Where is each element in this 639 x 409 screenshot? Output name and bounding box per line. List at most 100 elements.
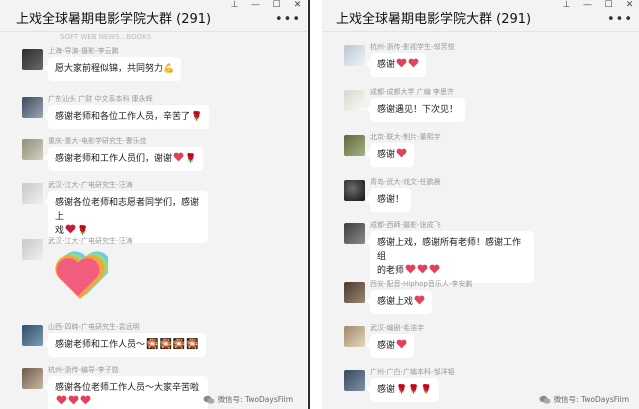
rose-icon: 🌹	[396, 385, 408, 395]
heart-icon	[408, 58, 419, 68]
pin-icon[interactable]: ⊥	[229, 0, 240, 10]
message-bubble[interactable]: 感谢🌹🌹🌹	[366, 378, 439, 402]
sender-name: 上海-导演-摄影-李云鹏	[48, 47, 119, 55]
message-bubble[interactable]: 感谢	[365, 334, 415, 358]
avatar[interactable]	[22, 325, 43, 346]
avatar[interactable]	[22, 368, 43, 389]
message-text: 感谢	[377, 150, 396, 160]
heart-icon	[417, 264, 428, 274]
avatar[interactable]	[22, 239, 43, 260]
avatar[interactable]	[344, 90, 365, 111]
message-text: 感谢	[377, 60, 396, 70]
firework-icon: 🎇	[186, 339, 199, 350]
message-text: 感谢上戏	[377, 297, 414, 307]
chat-window-left: 上戏全球暑期电影学院大群 (291) ⊥ — ☐ ✕ ••• SOFT WEB …	[0, 0, 307, 409]
message-text: 感谢	[377, 385, 396, 395]
sender-name: 武汉-江大-广电研究生-汪涛	[48, 237, 133, 245]
message-bubble[interactable]: 感谢遇见！下次见！	[365, 98, 466, 122]
more-options-icon[interactable]: •••	[607, 12, 633, 27]
heart-icon	[414, 295, 425, 305]
watermark: 微信号: TwoDaysFilm	[539, 394, 629, 405]
more-options-icon[interactable]: •••	[275, 12, 301, 27]
message-bubble[interactable]: 感谢老师和工作人员～🎇🎇🎇🎇	[44, 333, 206, 357]
window-controls: ⊥ — ☐ ✕	[561, 0, 635, 10]
wechat-icon	[539, 395, 551, 404]
message-text: 感谢遇见！下次见！	[377, 105, 459, 115]
message-bubble[interactable]: 感谢上戏，感谢所有老师！感谢工作组 的老师	[366, 231, 534, 283]
sender-name: 北京-联大-制片-董熙宇	[370, 133, 441, 141]
message-list[interactable]: SOFT WEB NEWS...BOOKS 上海-导演-摄影-李云鹏 愿大家前程…	[0, 33, 307, 409]
message-text: 感谢老师和工作人员们，谢谢	[55, 154, 173, 164]
strong-arm-icon: 💪	[163, 64, 175, 74]
heart-icon	[429, 264, 440, 274]
rose-icon: 🌹	[185, 154, 197, 164]
avatar[interactable]	[22, 97, 43, 118]
message-bubble[interactable]: 愿大家前程似锦，共同努力💪	[43, 57, 182, 81]
message-text: 感谢老师和各位工作人员，辛苦了	[55, 112, 191, 122]
avatar[interactable]	[344, 282, 365, 303]
sender-name: 西安-配音-Hiphop音乐人-李安鹏	[370, 280, 473, 288]
message-list[interactable]: 杭州-浙传-影视学生-邬芳悦 感谢 成都-成都大学 广编 李思齐 感谢遇见！下次…	[322, 33, 639, 409]
faded-header-text: SOFT WEB NEWS...BOOKS	[60, 33, 152, 41]
avatar[interactable]	[344, 45, 365, 66]
heart-icon	[405, 264, 416, 274]
watermark-text: 微信号: TwoDaysFilm	[217, 395, 293, 404]
maximize-icon[interactable]: ☐	[271, 0, 282, 10]
chat-title: 上戏全球暑期电影学院大群 (291)	[336, 12, 532, 27]
heart-icon	[396, 148, 407, 158]
minimize-icon[interactable]: —	[582, 0, 593, 10]
maximize-icon[interactable]: ☐	[603, 0, 614, 10]
avatar[interactable]	[344, 180, 365, 201]
heart-icon	[396, 58, 407, 68]
message-text: 愿大家前程似锦，共同努力	[55, 64, 164, 74]
sender-name: 成都-成都大学 广编 李思齐	[370, 88, 454, 96]
window-controls: ⊥ — ☐ ✕	[229, 0, 303, 10]
firework-icon: 🎇	[172, 339, 186, 350]
heart-icon	[173, 152, 184, 162]
close-icon[interactable]: ✕	[624, 0, 635, 10]
message-bubble[interactable]: 感谢各位老师工作人员～大家辛苦啦	[44, 376, 208, 409]
close-icon[interactable]: ✕	[292, 0, 303, 10]
titlebar: 上戏全球暑期电影学院大群 (291) ⊥ — ☐ ✕ •••	[322, 0, 639, 32]
message-text: 戏	[55, 226, 65, 236]
avatar[interactable]	[22, 183, 43, 204]
message-text: 感谢！	[377, 195, 405, 205]
heart-icon	[396, 339, 407, 349]
sender-name: 青岛-武大-戏文-任鹏晨	[370, 178, 441, 186]
heart-sticker-icon[interactable]	[52, 251, 108, 301]
sender-name: 杭州-浙传-编导-李子勋	[48, 366, 119, 374]
watermark: 微信号: TwoDaysFilm	[203, 394, 293, 405]
message-bubble[interactable]: 感谢上戏	[365, 290, 433, 314]
sender-name: 广州-广白-广编本科-邹洋韬	[370, 368, 455, 376]
heart-icon	[65, 224, 76, 234]
message-bubble[interactable]: 感谢	[365, 53, 427, 77]
message-bubble[interactable]: 感谢老师和工作人员们，谢谢 🌹	[43, 147, 204, 171]
titlebar: 上戏全球暑期电影学院大群 (291) ⊥ — ☐ ✕ •••	[0, 0, 307, 32]
message-bubble[interactable]: 感谢！	[365, 188, 412, 212]
avatar[interactable]	[22, 139, 43, 160]
rose-icon: 🌹	[77, 226, 89, 236]
heart-icon	[80, 395, 91, 405]
firework-icon: 🎇	[159, 339, 172, 350]
minimize-icon[interactable]: —	[250, 0, 261, 10]
avatar[interactable]	[344, 326, 365, 347]
sender-name: 广东汕头 广财 中文系本科 康永辉	[48, 95, 153, 103]
chat-window-right: 上戏全球暑期电影学院大群 (291) ⊥ — ☐ ✕ ••• 杭州-浙传-影视学…	[322, 0, 639, 409]
pin-icon[interactable]: ⊥	[561, 0, 572, 10]
rose-icon: 🌹	[191, 112, 203, 122]
heart-icon	[68, 395, 79, 405]
avatar[interactable]	[344, 135, 365, 156]
message-text: 感谢上戏，感谢所有老师！感谢工作组	[377, 238, 522, 262]
message-bubble[interactable]: 感谢	[365, 143, 415, 167]
avatar[interactable]	[22, 49, 43, 70]
message-bubble[interactable]: 感谢老师和各位工作人员，辛苦了🌹	[43, 105, 210, 129]
message-text: 感谢各位老师工作人员～大家辛苦啦	[55, 383, 200, 393]
rose-icon: 🌹	[408, 385, 420, 395]
rose-icon: 🌹	[420, 385, 432, 395]
message-text: 感谢老师和工作人员～	[55, 340, 146, 350]
avatar[interactable]	[344, 370, 365, 391]
watermark-text: 微信号: TwoDaysFilm	[553, 395, 629, 404]
sender-name: 山西-四韩-广电研究生-袁远明	[48, 323, 140, 331]
message-text: 感谢	[377, 341, 396, 351]
avatar[interactable]	[344, 223, 365, 244]
